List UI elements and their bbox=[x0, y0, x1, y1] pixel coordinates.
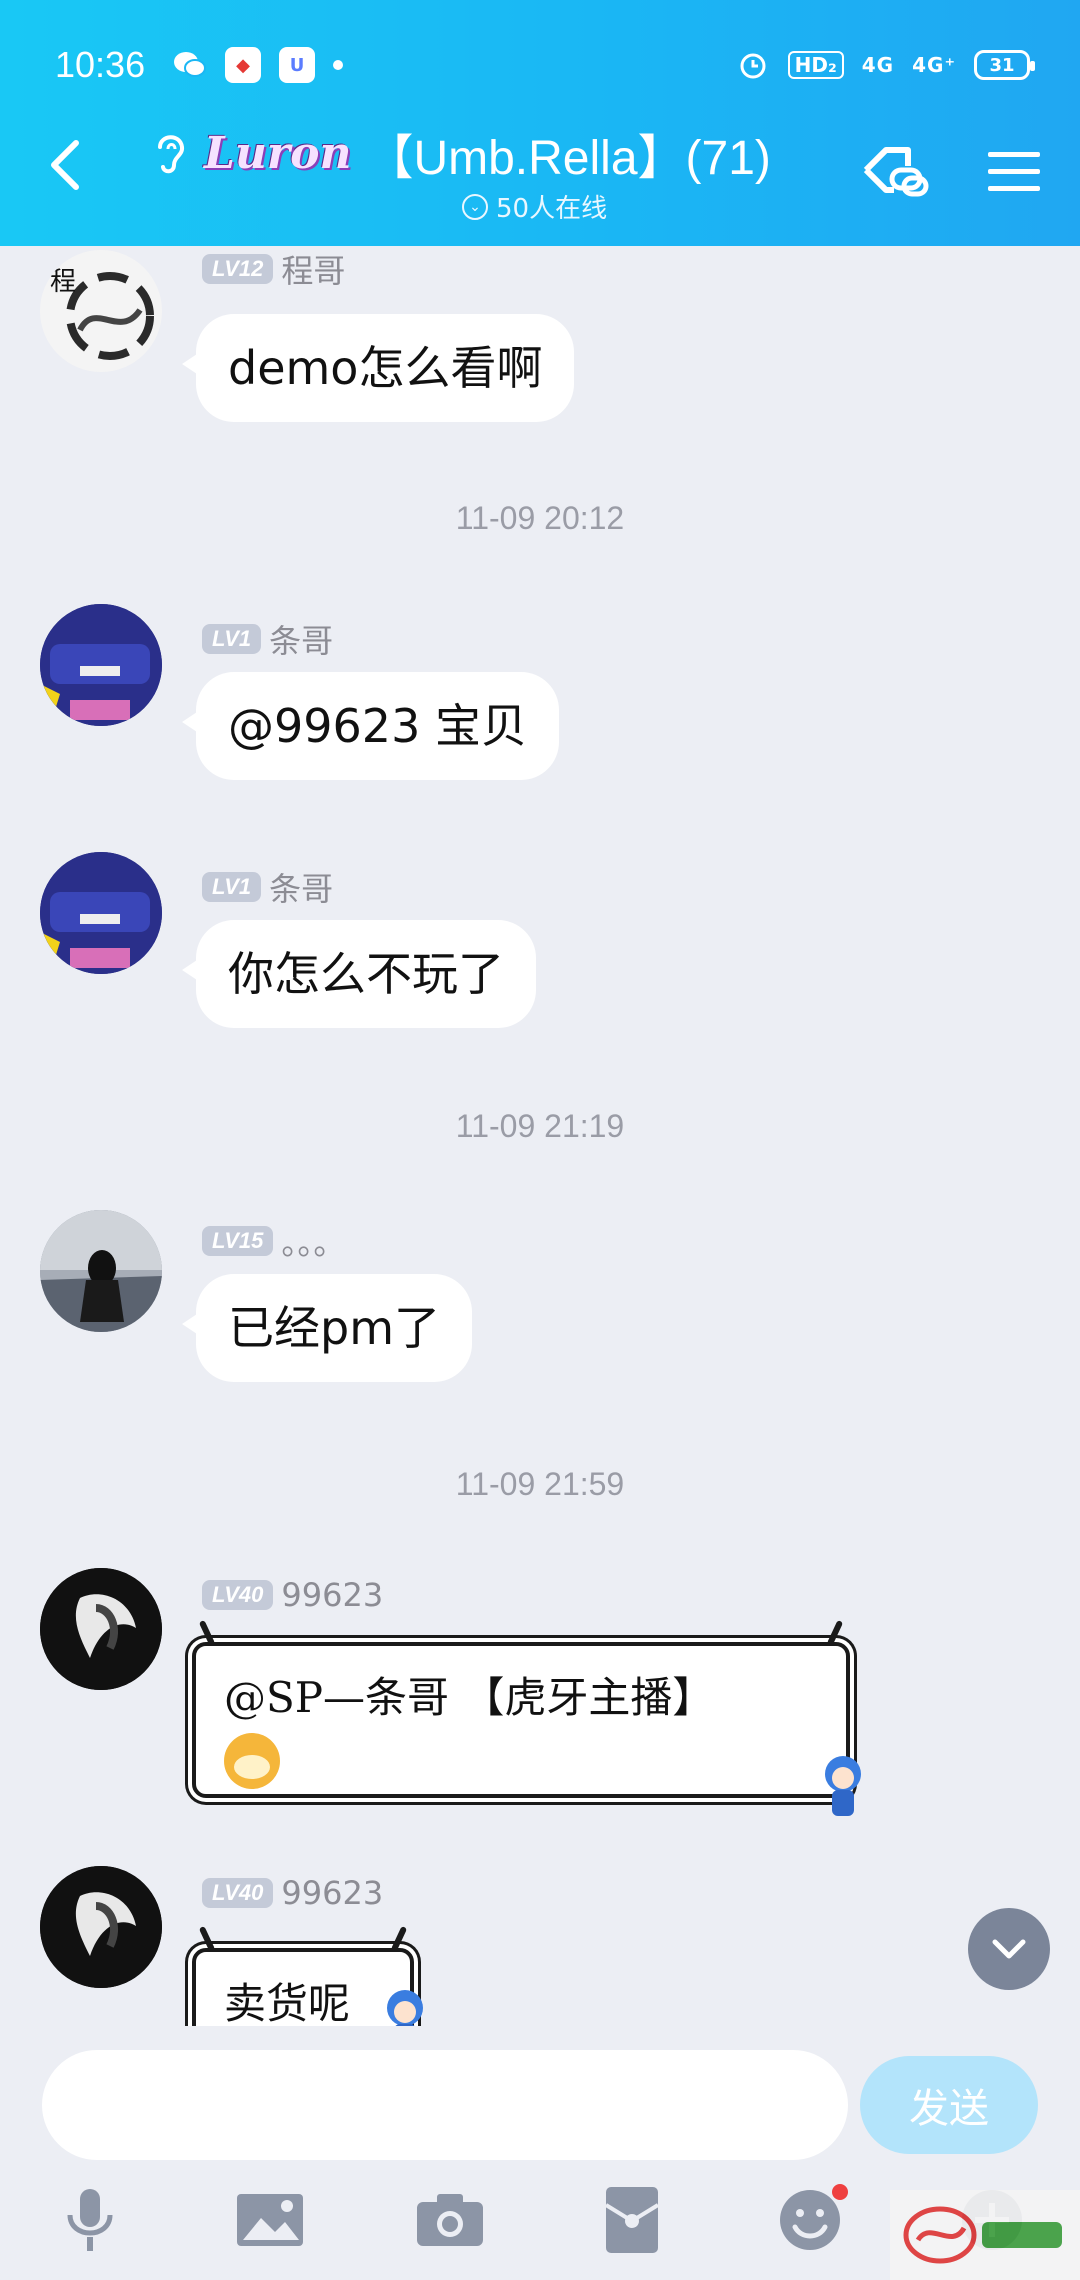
chevron-down-icon: ⌄ bbox=[462, 193, 488, 220]
sender-name[interactable]: 99623 bbox=[281, 1576, 383, 1614]
message-input[interactable] bbox=[42, 2050, 848, 2160]
message-bubble[interactable]: 你怎么不玩了 bbox=[182, 920, 536, 1029]
signal-icon-2: 4G⁺ bbox=[912, 53, 956, 77]
status-time: 10:36 bbox=[55, 44, 146, 85]
message-meta: LV12 程哥 bbox=[202, 246, 345, 292]
ear-icon bbox=[150, 129, 190, 177]
signal-icon-1: 4G bbox=[861, 53, 895, 77]
image-icon[interactable] bbox=[230, 2180, 310, 2260]
hd-voice-badge: HD₂ bbox=[787, 51, 844, 79]
level-badge: LV15 bbox=[202, 1226, 274, 1256]
level-badge: LV40 bbox=[202, 1580, 274, 1610]
unread-dot bbox=[832, 2184, 848, 2200]
chevron-down-icon bbox=[992, 1939, 1026, 1959]
watermark-logo bbox=[890, 2190, 1080, 2280]
sender-name[interactable]: 条哥 bbox=[269, 616, 333, 662]
level-badge: LV1 bbox=[202, 872, 262, 902]
avatar[interactable] bbox=[40, 852, 162, 974]
level-badge: LV1 bbox=[202, 624, 262, 654]
avatar[interactable]: 程 bbox=[40, 250, 162, 372]
status-bar: 10:36 ◆ U HD₂ 4G 4G⁺ 31 bbox=[55, 40, 1035, 90]
nav-bar: Luron 【Umb.Rella】(71) ⌄ 50人在线 bbox=[0, 110, 1080, 230]
message-bubble[interactable]: @99623 宝贝 bbox=[182, 672, 559, 781]
group-link-icon[interactable] bbox=[858, 140, 930, 204]
timestamp: 11-09 21:19 bbox=[455, 1108, 625, 1144]
online-count[interactable]: ⌄ 50人在线 bbox=[462, 188, 607, 225]
avatar[interactable] bbox=[40, 604, 162, 726]
brand-logo: Luron bbox=[204, 127, 352, 179]
camera-icon[interactable] bbox=[410, 2180, 490, 2260]
avatar[interactable] bbox=[40, 1210, 162, 1332]
red-packet-icon[interactable] bbox=[592, 2180, 672, 2260]
message-meta: LV40 99623 bbox=[202, 1874, 383, 1912]
sender-name[interactable]: 99623 bbox=[281, 1874, 383, 1912]
scroll-to-bottom-button[interactable] bbox=[968, 1908, 1050, 1990]
composer: 发送 bbox=[0, 2050, 1080, 2160]
message-text: 卖货呢 bbox=[224, 1979, 351, 2026]
sender-name[interactable]: 程哥 bbox=[281, 246, 345, 292]
anime-sticker-icon bbox=[825, 1756, 861, 1816]
message-meta: LV1 条哥 bbox=[202, 616, 333, 662]
frame-horn bbox=[390, 1925, 408, 1953]
message-meta: LV1 条哥 bbox=[202, 864, 333, 910]
system-icons: HD₂ 4G 4G⁺ 31 bbox=[736, 48, 1035, 82]
message-bubble[interactable]: 已经pm了 bbox=[181, 1274, 473, 1383]
notification-icons: ◆ U bbox=[173, 47, 344, 83]
sender-name[interactable]: 条哥 bbox=[269, 864, 333, 910]
chat-header: 10:36 ◆ U HD₂ 4G 4G⁺ 31 Luron 【Umb.Rella… bbox=[0, 0, 1080, 246]
message-meta: LV40 99623 bbox=[202, 1576, 383, 1614]
input-toolbar bbox=[0, 2180, 1080, 2280]
timestamp: 11-09 21:59 bbox=[455, 1466, 625, 1502]
message-bubble[interactable]: @SP—条哥 【虎牙主播】 bbox=[192, 1619, 850, 1798]
u-app-icon: U bbox=[279, 47, 316, 83]
message-meta: LV15 。。。 bbox=[202, 1218, 345, 1264]
menu-icon[interactable] bbox=[986, 148, 1042, 196]
group-title-row[interactable]: Luron 【Umb.Rella】(71) bbox=[150, 118, 771, 188]
group-title: 【Umb.Rella】(71) bbox=[365, 132, 771, 185]
send-button[interactable]: 发送 bbox=[860, 2056, 1038, 2154]
emoji-icon[interactable] bbox=[770, 2180, 850, 2260]
message-list[interactable]: 程 LV12 程哥 demo怎么看啊 11-09 20:12 LV1 条哥 @9… bbox=[0, 246, 1080, 2026]
avatar[interactable] bbox=[40, 1866, 162, 1988]
sender-name[interactable]: 。。。 bbox=[281, 1218, 345, 1264]
news-app-icon: ◆ bbox=[225, 47, 262, 83]
online-count-label: 50人在线 bbox=[496, 194, 608, 224]
more-notifications-icon bbox=[333, 60, 344, 70]
level-badge: LV12 bbox=[202, 254, 274, 284]
wechat-icon bbox=[173, 48, 207, 82]
anime-sticker-icon bbox=[387, 1990, 423, 2026]
back-arrow-icon[interactable] bbox=[40, 135, 90, 195]
level-badge: LV40 bbox=[202, 1878, 274, 1908]
alarm-icon bbox=[736, 48, 770, 82]
timestamp: 11-09 20:12 bbox=[455, 500, 625, 536]
frame-horn bbox=[198, 1925, 216, 1953]
dog-emoji-icon bbox=[224, 1733, 280, 1789]
avatar[interactable] bbox=[40, 1568, 162, 1690]
frame-horn bbox=[198, 1619, 216, 1647]
svg-text:程: 程 bbox=[50, 267, 76, 297]
microphone-icon[interactable] bbox=[50, 2180, 130, 2260]
message-text: @SP—条哥 【虎牙主播】 bbox=[224, 1673, 715, 1722]
battery-icon: 31 bbox=[974, 50, 1035, 80]
frame-horn bbox=[826, 1619, 844, 1647]
message-bubble[interactable]: demo怎么看啊 bbox=[181, 314, 575, 423]
